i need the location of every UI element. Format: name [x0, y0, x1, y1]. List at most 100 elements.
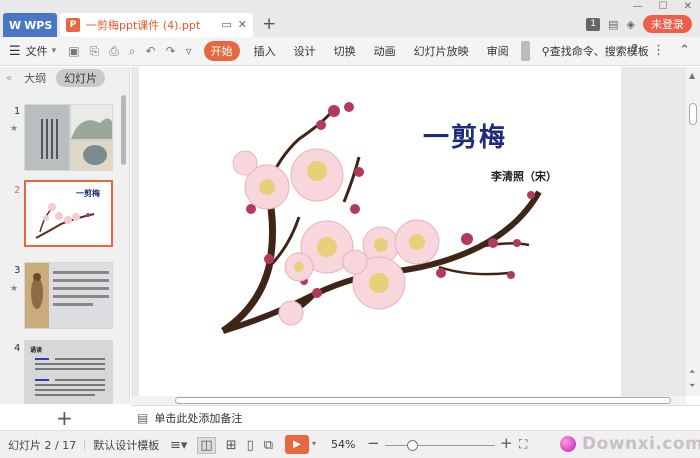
plum-blossom-image	[221, 102, 542, 334]
current-slide[interactable]: 一剪梅 李清照（宋）	[139, 67, 621, 396]
document-tab[interactable]: P 一剪梅ppt课件 (4).ppt ▭ ✕	[60, 13, 253, 37]
maximize-icon[interactable]: ☐	[659, 1, 668, 12]
horizontal-scroll-thumb[interactable]	[175, 397, 671, 404]
undo-icon[interactable]: ↶	[145, 44, 155, 59]
zoom-level[interactable]: 54%	[331, 438, 355, 451]
slide-counter: 幻灯片 2 / 17	[8, 438, 77, 452]
slideshow-options-chevron-icon[interactable]: ▾	[312, 439, 316, 448]
title-bar: — ☐ ✕ W WPS P 一剪梅ppt课件 (4).ppt ▭ ✕ + 1 ▤…	[0, 0, 700, 37]
vertical-scrollbar[interactable]: ▲ ⏶ ⏷	[686, 67, 700, 396]
fit-window-icon[interactable]: ⛶	[519, 437, 527, 452]
slide-thumbnail[interactable]	[24, 262, 113, 329]
notes-toggle-icon[interactable]: ≡▾	[170, 438, 187, 453]
slide-sorter-icon[interactable]: ⊞	[226, 438, 237, 453]
zoom-in-button[interactable]: +	[500, 434, 513, 452]
tab-home[interactable]: 开始	[203, 41, 240, 61]
shirt-icon[interactable]: ◈	[627, 18, 635, 31]
ribbon: ☰ 文件 ▾ ▣ ⎘ ⎙ ⌕ ↶ ↷ ▿ 开始 插入 设计 切换 动画 幻灯片放…	[0, 37, 700, 66]
site-watermark: Downxi.com	[560, 430, 700, 458]
close-window-icon[interactable]: ✕	[684, 1, 692, 12]
tab-review[interactable]: 审阅	[487, 43, 509, 59]
slide-3-preview	[25, 263, 112, 328]
prev-slide-icon[interactable]: ⏶	[689, 367, 695, 377]
zoom-out-button[interactable]: −	[367, 434, 380, 452]
play-slideshow-button[interactable]: ▶	[285, 435, 309, 454]
file-menu-button[interactable]: ☰ 文件 ▾	[9, 43, 56, 59]
hamburger-icon: ☰	[9, 43, 21, 59]
next-slide-icon[interactable]: ⏷	[689, 381, 695, 391]
chevron-down-icon: ▾	[51, 46, 57, 56]
more-icon[interactable]: ⋮	[652, 43, 665, 58]
collapse-panel-icon[interactable]: «	[6, 73, 12, 84]
slide-canvas-area: 一剪梅 李清照（宋）	[131, 67, 686, 396]
new-tab-button[interactable]: +	[262, 14, 276, 34]
vertical-scroll-thumb[interactable]	[689, 103, 697, 125]
watermark-logo-icon	[560, 436, 576, 452]
customize-icon[interactable]: ▿	[186, 44, 192, 59]
save-icon[interactable]: ▣	[68, 44, 79, 59]
redo-icon[interactable]: ↷	[166, 44, 176, 59]
wps-tab-label: WPS	[24, 18, 53, 32]
tab-transition[interactable]: 切换	[334, 43, 356, 59]
tab-insert[interactable]: 插入	[254, 43, 276, 59]
note-icon: ▤	[137, 411, 149, 425]
slide-1-preview	[25, 105, 112, 170]
status-divider	[84, 438, 86, 451]
tab-outline[interactable]: 大纲	[24, 70, 46, 86]
normal-view-icon[interactable]: ◫	[197, 437, 216, 454]
slide-thumbnail[interactable]: 诵读	[24, 340, 113, 404]
slide-panel: « 大纲 幻灯片 1 ★ 2 一剪梅 3 ★ 4 诵读	[0, 67, 130, 404]
presentation-file-icon: P	[66, 18, 80, 32]
print-preview-icon[interactable]: ⌕	[129, 44, 136, 59]
slide-4-preview: 诵读	[25, 341, 112, 403]
ribbon-tabs: 开始 插入 设计 切换 动画 幻灯片放映 审阅	[203, 41, 530, 61]
tab-slideshow[interactable]: 幻灯片放映	[414, 43, 469, 59]
scroll-up-icon[interactable]: ▲	[689, 71, 695, 80]
template-name[interactable]: 默认设计模板	[93, 437, 159, 453]
notes-pane[interactable]: ▤ 单击此处添加备注	[131, 405, 700, 430]
tab-design[interactable]: 设计	[294, 43, 316, 59]
document-title: 一剪梅ppt课件 (4).ppt	[86, 19, 201, 32]
ribbon-scroll-handle[interactable]	[520, 41, 530, 61]
wps-logo-icon: W	[9, 18, 22, 32]
add-slide-button[interactable]: +	[56, 406, 73, 430]
panel-scrollbar[interactable]	[121, 95, 126, 165]
login-button[interactable]: 未登录	[643, 15, 692, 33]
zoom-slider-track[interactable]	[385, 445, 495, 446]
zoom-slider-knob[interactable]	[407, 440, 418, 451]
slide-2-preview: 一剪梅	[26, 182, 111, 245]
presenter-view-icon[interactable]: ⧉	[264, 438, 273, 453]
close-tab-icon[interactable]: ✕	[238, 18, 247, 31]
window-controls: — ☐ ✕	[633, 1, 692, 12]
notes-placeholder: 单击此处添加备注	[154, 412, 243, 425]
slide-2-mini-title: 一剪梅	[76, 188, 100, 198]
search-icon: ⚲	[541, 44, 550, 58]
monitor-icon[interactable]: ▭	[221, 18, 231, 31]
minimize-icon[interactable]: —	[633, 1, 643, 12]
reading-view-icon[interactable]: ▯	[247, 438, 254, 453]
file-menu-label: 文件	[25, 45, 48, 58]
skin-icon[interactable]: ▤	[608, 18, 618, 31]
export-icon[interactable]: ⎘	[90, 44, 100, 59]
tab-slides[interactable]: 幻灯片	[56, 69, 106, 87]
watermark-text: Downxi.com	[582, 434, 700, 454]
slide-number: 3	[14, 265, 21, 276]
view-mode-icons: ≡▾ ◫ ⊞ ▯ ⧉	[170, 437, 273, 454]
star-icon: ★	[10, 124, 19, 134]
wps-home-tab[interactable]: W WPS	[3, 13, 57, 37]
slide-title[interactable]: 一剪梅	[423, 117, 507, 154]
slide-number: 4	[14, 343, 21, 354]
play-icon: ▶	[293, 439, 301, 450]
window-count-badge[interactable]: 1	[586, 17, 601, 31]
horizontal-scrollbar[interactable]	[131, 396, 686, 405]
slide-author[interactable]: 李清照（宋）	[491, 168, 557, 184]
slide-number: 1	[14, 106, 21, 117]
print-icon[interactable]: ⎙	[109, 44, 119, 59]
slide-4-mini-title: 诵读	[30, 346, 42, 354]
help-icon[interactable]: ?	[631, 43, 638, 58]
star-icon: ★	[10, 284, 19, 294]
tab-animation[interactable]: 动画	[374, 43, 396, 59]
slide-thumbnail[interactable]	[24, 104, 113, 171]
slide-thumbnail-selected[interactable]: 一剪梅	[24, 180, 113, 247]
collapse-ribbon-icon[interactable]: ⌃	[679, 43, 690, 58]
